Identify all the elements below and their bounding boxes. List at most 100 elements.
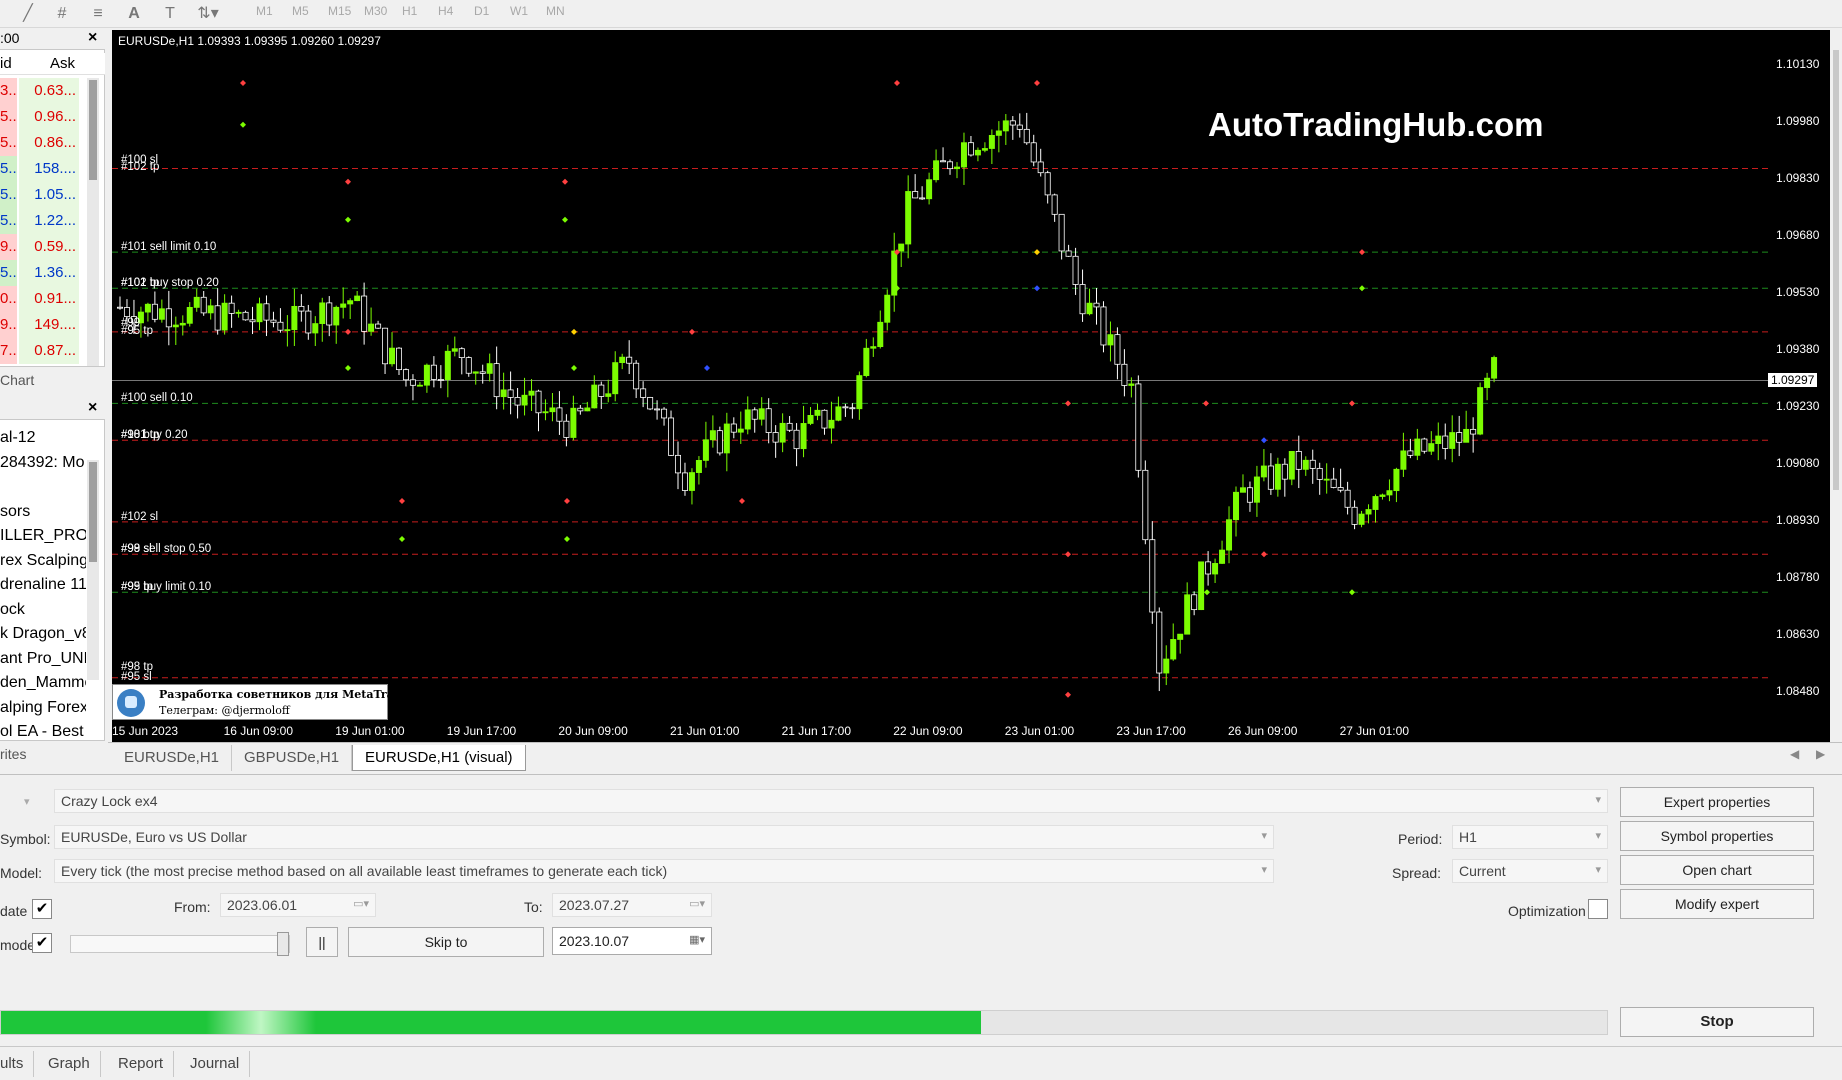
tab-journal[interactable]: Journal bbox=[180, 1051, 251, 1077]
trade-marker bbox=[1203, 400, 1209, 407]
scroll-right-icon[interactable]: ▶ bbox=[1816, 747, 1825, 761]
tab-eurusd-h1[interactable]: EURUSDe,H1 bbox=[112, 745, 233, 771]
chart-scrollbar[interactable] bbox=[1830, 30, 1842, 742]
navigator-item[interactable]: ock bbox=[0, 598, 86, 622]
navigator-item[interactable]: k Dragon_v8 bbox=[0, 622, 86, 646]
candle-body bbox=[1365, 509, 1372, 515]
symbol-select[interactable]: EURUSDe, Euro vs US Dollar ▾ bbox=[54, 825, 1274, 849]
timeframe-d1[interactable]: D1 bbox=[474, 4, 489, 18]
price-chart[interactable]: EURUSDe,H1 1.09393 1.09395 1.09260 1.092… bbox=[112, 30, 1768, 720]
timeframe-m5[interactable]: M5 bbox=[292, 4, 309, 18]
candle-body bbox=[758, 408, 765, 420]
scrollbar[interactable] bbox=[87, 460, 99, 680]
period-select[interactable]: H1 ▾ bbox=[1452, 825, 1608, 849]
trade-marker bbox=[1065, 691, 1071, 698]
symbol-properties-button[interactable]: Symbol properties bbox=[1620, 821, 1814, 851]
pause-button[interactable]: || bbox=[306, 927, 338, 957]
tab-graph[interactable]: Graph bbox=[38, 1051, 101, 1077]
candle-body bbox=[626, 356, 633, 364]
text-tool-icon[interactable]: A bbox=[122, 3, 146, 25]
spread-select[interactable]: Current ▾ bbox=[1452, 859, 1608, 883]
candle-body bbox=[1044, 172, 1051, 196]
channel-tool-icon[interactable]: # bbox=[50, 3, 74, 25]
bid-value: 5... bbox=[0, 104, 17, 130]
candle-body bbox=[730, 423, 737, 433]
candle-body bbox=[821, 409, 828, 429]
tab-favorites[interactable]: rites bbox=[0, 746, 26, 762]
candle-body bbox=[974, 149, 981, 156]
expert-select[interactable]: Crazy Lock ex4 ▾ bbox=[54, 789, 1608, 813]
line-tool-icon[interactable]: ╱ bbox=[16, 3, 40, 25]
optimization-checkbox[interactable] bbox=[1588, 899, 1608, 919]
tab-report[interactable]: Report bbox=[108, 1051, 175, 1077]
candle-body bbox=[716, 430, 723, 454]
candle-body bbox=[1400, 450, 1407, 470]
candle-body bbox=[486, 363, 493, 374]
tab-chart[interactable]: Chart bbox=[0, 372, 34, 388]
timeframe-m30[interactable]: M30 bbox=[364, 4, 387, 18]
model-select[interactable]: Every tick (the most precise method base… bbox=[54, 859, 1274, 883]
from-date-input[interactable]: 2023.06.01 ▭▾ bbox=[220, 893, 376, 917]
column-bid[interactable]: id bbox=[0, 55, 12, 72]
candle-body bbox=[1302, 459, 1309, 470]
slider-handle[interactable] bbox=[277, 932, 289, 956]
navigator-item[interactable]: al-12 bbox=[0, 426, 86, 450]
navigator-item[interactable]: ILLER_PRO_E bbox=[0, 524, 86, 548]
time-tick: 23 Jun 01:00 bbox=[1004, 724, 1075, 738]
navigator-item[interactable]: alping Forex bbox=[0, 696, 86, 720]
tab-eurusd-h1-visual[interactable]: EURUSDe,H1 (visual) bbox=[352, 745, 526, 771]
use-date-checkbox[interactable]: ✔ bbox=[32, 899, 52, 919]
ask-value: 149.... bbox=[19, 312, 79, 338]
skip-to-button[interactable]: Skip to bbox=[348, 927, 544, 957]
navigator-item[interactable]: ant Pro_UNL bbox=[0, 647, 86, 671]
candle-body bbox=[319, 302, 326, 324]
navigator-item[interactable]: 284392: Mo bbox=[0, 451, 86, 475]
candle-body bbox=[416, 384, 423, 387]
candle-body bbox=[151, 303, 158, 320]
timeframe-mn[interactable]: MN bbox=[546, 4, 565, 18]
fibonacci-tool-icon[interactable]: ≡ bbox=[86, 3, 110, 25]
navigator-item[interactable] bbox=[0, 475, 86, 499]
tab-results[interactable]: ults bbox=[0, 1051, 35, 1077]
modify-expert-button[interactable]: Modify expert bbox=[1620, 889, 1814, 919]
scroll-left-icon[interactable]: ◀ bbox=[1790, 747, 1799, 761]
navigator-item[interactable]: rex Scalping bbox=[0, 549, 86, 573]
candle-body bbox=[577, 407, 584, 412]
candle-body bbox=[1309, 459, 1316, 469]
close-icon[interactable]: × bbox=[88, 29, 97, 47]
corner-logo: Разработка советников для MetaTrader Тел… bbox=[112, 684, 414, 720]
tab-gbpusd-h1[interactable]: GBPUSDe,H1 bbox=[232, 745, 353, 771]
candle-body bbox=[640, 388, 647, 398]
timeframe-w1[interactable]: W1 bbox=[510, 4, 528, 18]
stop-button[interactable]: Stop bbox=[1620, 1007, 1814, 1037]
timeframe-m15[interactable]: M15 bbox=[328, 4, 351, 18]
to-date-input[interactable]: 2023.07.27 ▭▾ bbox=[552, 893, 712, 917]
navigator-item[interactable]: den_Mammc bbox=[0, 671, 86, 695]
candle-body bbox=[1184, 594, 1191, 635]
visual-mode-checkbox[interactable]: ✔ bbox=[32, 933, 52, 953]
skip-date-input[interactable]: 2023.10.07 ▦▾ bbox=[552, 927, 712, 955]
text-label-tool-icon[interactable]: T bbox=[158, 3, 182, 25]
candle-body bbox=[1393, 468, 1400, 492]
arrows-tool-icon[interactable]: ⇅▾ bbox=[196, 3, 220, 25]
navigator-item[interactable]: drenaline 11 bbox=[0, 573, 86, 597]
expert-properties-button[interactable]: Expert properties bbox=[1620, 787, 1814, 817]
candle-body bbox=[361, 295, 368, 332]
candle-body bbox=[375, 323, 382, 329]
period-label: Period: bbox=[1398, 831, 1443, 847]
candle-body bbox=[207, 305, 214, 314]
timeframe-h1[interactable]: H1 bbox=[402, 4, 417, 18]
chevron-down-icon[interactable]: ▾ bbox=[24, 795, 30, 808]
scrollbar[interactable] bbox=[87, 78, 99, 366]
bid-value: 0... bbox=[0, 286, 17, 312]
price-tick: 1.08630 bbox=[1776, 627, 1820, 641]
navigator-item[interactable]: sors bbox=[0, 500, 86, 524]
close-icon[interactable]: × bbox=[88, 399, 97, 417]
candle-body bbox=[368, 323, 375, 332]
column-ask[interactable]: Ask bbox=[50, 55, 75, 72]
candle-body bbox=[668, 417, 675, 456]
timeframe-m1[interactable]: M1 bbox=[256, 4, 273, 18]
timeframe-h4[interactable]: H4 bbox=[438, 4, 453, 18]
speed-slider[interactable] bbox=[70, 932, 290, 956]
open-chart-button[interactable]: Open chart bbox=[1620, 855, 1814, 885]
